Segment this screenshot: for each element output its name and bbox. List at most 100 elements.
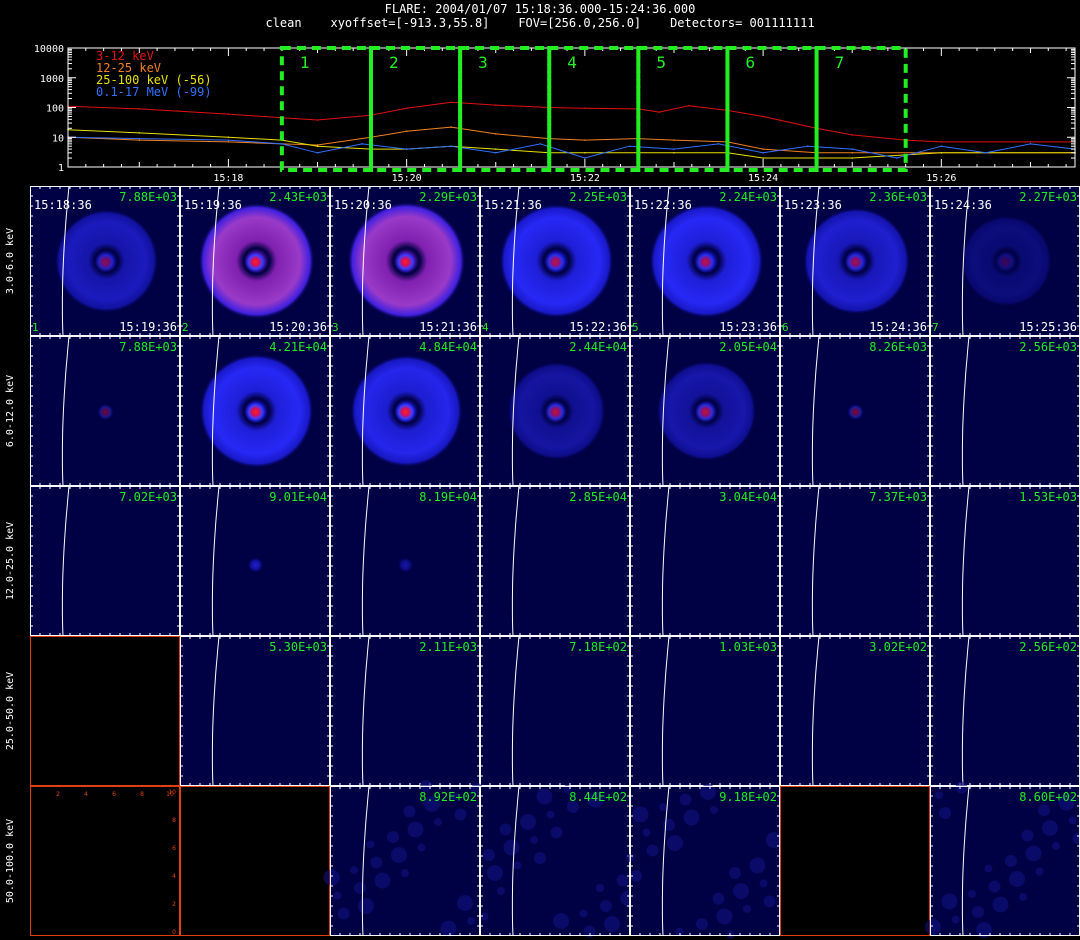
panel-end-time: 15:21:36 [419,320,477,334]
panel-peak-label: 5.30E+03 [269,640,327,654]
image-panel-r0-c0: 7.88E+03 15:18:36 15:19:36 1 [30,186,180,337]
series-point-1-10 [584,139,586,141]
noise-blob [417,843,426,852]
noise-blob [536,788,553,805]
series-point-2-17 [940,152,943,154]
series-point-1-8 [494,133,497,135]
panel-end-time: 15:19:36 [119,320,177,334]
panel-peak-label: 8.60E+02 [1019,790,1077,804]
interval-label-3: 3 [478,53,488,72]
noise-blob [663,819,675,831]
noise-blob [1005,855,1017,867]
series-point-2-10 [584,152,586,154]
noise-blob [642,828,651,837]
noise-blob [503,839,520,856]
interval-label-5: 5 [656,53,666,72]
panel-peak-label: 2.56E+02 [1019,640,1077,654]
panel-peak-label: 2.24E+03 [719,190,777,204]
empty-panel-bg [30,636,180,786]
series-point-0-12 [658,111,660,113]
series-point-3-12 [673,148,675,150]
series-point-1-2 [227,141,230,143]
empty-axis-xlabel: 6 [112,791,116,798]
series-point-3-17 [895,157,898,159]
image-panel-r4-c1 [180,786,330,936]
panel-peak-label: 2.05E+04 [719,340,777,354]
image-parameters: clean xyoffset=[-913.3,55.8] FOV=[256.0,… [0,16,1080,30]
noise-blob [679,793,692,806]
noise-blob [579,909,588,918]
noise-blob [941,893,958,910]
panel-bg [330,636,480,786]
noise-blob [646,844,659,857]
series-point-3-6 [405,148,408,150]
panel-index: 6 [782,321,789,334]
panel-peak-label: 8.19E+04 [419,490,477,504]
panel-peak-label: 4.21E+04 [269,340,327,354]
source-core [394,401,417,423]
source-core [694,251,717,273]
panel-end-time: 15:23:36 [719,320,777,334]
image-panel-r3-c0 [30,636,180,786]
panel-index: 4 [482,321,489,334]
series-point-3-7 [450,145,452,148]
series-point-3-18 [940,145,943,148]
panel-end-time: 15:24:36 [869,320,927,334]
source-core [994,251,1017,273]
noise-blob [454,808,467,821]
image-grid: 3.0-6.0 keV 6.0-12.0 keV 12.0-25.0 keV 25.0… [5,186,1080,939]
noise-blob [968,890,976,898]
image-panel-r2-c5: 7.37E+03 [780,485,930,637]
panel-peak-label: 8.92E+02 [419,790,477,804]
series-point-3-8 [494,152,497,154]
noise-blob [358,898,374,914]
noise-blob [759,879,768,888]
series-point-3-19 [985,152,987,154]
empty-panel-bg [30,786,180,936]
image-panel-r1-c5: 8.26E+03 [780,335,930,487]
image-panel-r4-c3: 8.44E+02 [480,785,637,938]
noise-blob [604,916,620,932]
noise-blob [1068,816,1077,825]
series-point-3-15 [806,145,809,148]
panel-bg [30,486,180,636]
noise-blob [616,874,629,887]
panel-peak-label: 2.43E+03 [269,190,327,204]
noise-blob [632,806,649,823]
image-panel-r0-c4: 2.24E+03 15:22:36 15:23:36 5 [630,186,780,337]
series-point-0-4 [316,119,319,121]
image-panel-r2-c6: 1.53E+03 [930,485,1080,637]
source-core [394,251,417,273]
image-panel-r1-c1: 4.21E+04 [180,335,330,487]
image-panel-r0-c5: 2.36E+03 15:23:36 15:24:36 6 [780,186,930,337]
panel-bg [480,636,630,786]
panel-peak-label: 2.11E+03 [419,640,477,654]
interval-box-1 [279,46,373,172]
panel-start-time: 15:18:36 [34,198,92,212]
panel-peak-label: 2.56E+03 [1019,340,1077,354]
clean-label: clean [265,16,302,30]
noise-blob [696,918,708,930]
panel-bg [930,336,1080,486]
noise-blob [1042,820,1058,836]
interval-label-7: 7 [835,53,845,72]
panel-peak-label: 7.02E+03 [119,490,177,504]
panel-bg [780,636,930,786]
noise-blob [743,905,751,913]
row-label-0: 3.0-6.0 keV [5,228,16,294]
empty-axis-ylabel: 8 [172,817,176,824]
series-point-3-20 [1029,143,1032,145]
noise-blob [667,835,683,851]
noise-blob [935,791,943,799]
series-point-3-1 [138,137,141,140]
x-tick-label: 15:24 [748,173,778,184]
image-panel-r1-c3: 2.44E+04 [480,335,630,487]
series-point-0-20 [1029,141,1032,143]
panel-peak-label: 9.01E+04 [269,490,327,504]
noise-blob [972,906,984,918]
legend-entry-3: 0.1-17 MeV (-99) [96,85,212,99]
series-point-3-4 [316,152,319,154]
panel-index: 5 [632,321,639,334]
empty-axis-xlabel: 4 [84,791,88,798]
noise-blob [550,826,563,839]
